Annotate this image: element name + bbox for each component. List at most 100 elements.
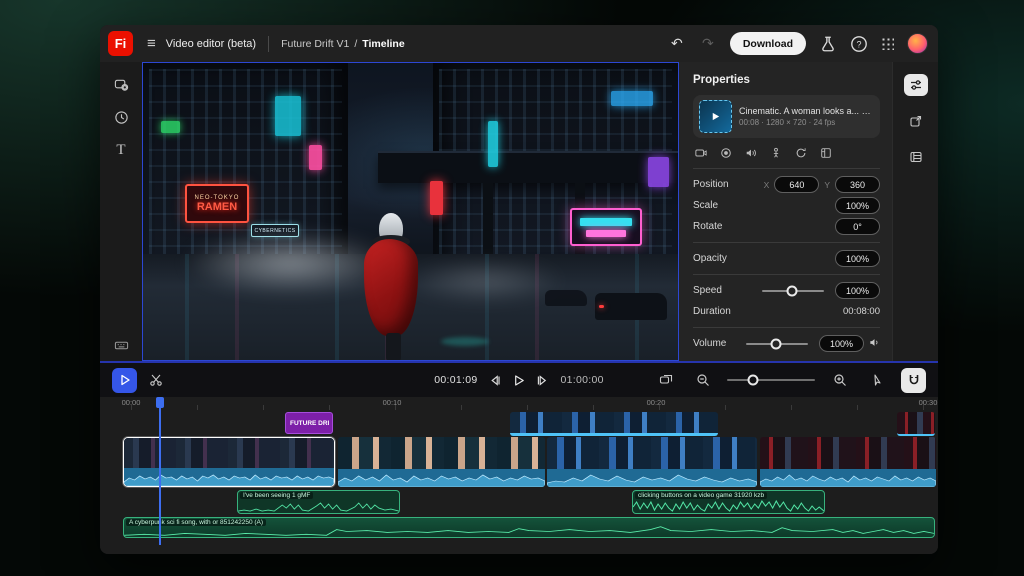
beaker-icon[interactable] (819, 35, 837, 53)
video-preview-canvas[interactable]: NEO-TOKYO RAMEN CYBERNETICS (142, 62, 679, 361)
breadcrumb-project[interactable]: Future Drift V1 (281, 38, 349, 50)
ruler-tick-label: 00:00 (122, 398, 141, 407)
y-axis-label: Y (824, 180, 830, 190)
volume-input[interactable]: 100% (819, 335, 864, 352)
apps-grid-icon[interactable] (881, 37, 894, 50)
keyboard-shortcuts-icon[interactable] (113, 337, 129, 353)
sfx-clip-2[interactable]: clicking buttons on a video game 31920 k… (632, 490, 825, 514)
opacity-row: Opacity 100% (693, 248, 880, 269)
neon-sign-red-vertical (430, 181, 443, 215)
timeline-zoom-slider[interactable] (727, 379, 815, 381)
timeline-ruler[interactable]: 00:00 00:10 00:20 00:30 (100, 397, 938, 410)
volume-slider[interactable] (746, 343, 808, 345)
neon-sign-pink (309, 145, 322, 170)
select-tool-button[interactable] (112, 368, 137, 393)
undo-icon[interactable]: ↶ (668, 35, 686, 53)
overlay-video-clip-2[interactable] (897, 412, 935, 436)
speed-slider[interactable] (762, 290, 824, 292)
transport-controls: 00:01:09 01:00:00 (434, 374, 604, 387)
timeline-toolbar: 00:01:09 01:00:00 (100, 361, 938, 397)
play-icon[interactable] (513, 374, 526, 387)
selected-clip-card[interactable]: Cinematic. A woman looks a... v.ffgenvid… (693, 95, 880, 138)
zoom-in-icon[interactable] (827, 368, 852, 393)
step-forward-icon[interactable] (537, 374, 550, 387)
neon-sign-cyan-vertical (488, 121, 498, 167)
title-clip[interactable]: FUTURE DRI (285, 412, 333, 434)
refresh-icon[interactable] (795, 147, 807, 159)
clip-action-icons (695, 147, 878, 159)
clip-meta: 00:08 · 1280 × 720 · 24 fps (739, 118, 874, 127)
overlay-video-clip[interactable] (510, 412, 718, 436)
flip-board-icon[interactable] (820, 147, 832, 159)
breadcrumb: Future Drift V1 / Timeline (281, 38, 405, 50)
rotate-label: Rotate (693, 221, 722, 232)
neon-sign-green (161, 121, 180, 133)
mute-speaker-icon[interactable] (869, 337, 880, 351)
cursor-snap-icon[interactable] (864, 368, 889, 393)
user-avatar[interactable] (907, 33, 928, 54)
rotate-row: Rotate 0° (693, 216, 880, 237)
overpass-bridge (378, 151, 678, 183)
redo-icon[interactable]: ↷ (699, 35, 717, 53)
position-row: Position X 640 Y 360 (693, 174, 880, 195)
position-y-input[interactable]: 360 (835, 176, 880, 193)
speed-label: Speed (693, 285, 722, 296)
app-window: Fi ≡ Video editor (beta) Future Drift V1… (100, 25, 938, 554)
person-pose-icon[interactable] (770, 147, 782, 159)
zoom-out-icon[interactable] (690, 368, 715, 393)
media-settings-icon[interactable] (113, 76, 129, 92)
opacity-input[interactable]: 100% (835, 250, 880, 267)
cut-tool-button[interactable] (143, 368, 168, 393)
parked-car (545, 290, 587, 306)
video-clip-4[interactable] (760, 437, 936, 487)
duration-value: 00:08:00 (843, 306, 880, 317)
video-clip-1-selected[interactable] (123, 437, 335, 487)
scale-row: Scale 100% (693, 195, 880, 216)
club-neon-sign (570, 208, 642, 246)
step-back-icon[interactable] (489, 374, 502, 387)
video-clip-2[interactable] (338, 437, 545, 487)
breadcrumb-page[interactable]: Timeline (362, 38, 404, 50)
properties-panel-icon[interactable] (904, 74, 928, 96)
right-toolbar (892, 62, 938, 361)
history-icon[interactable] (113, 109, 129, 125)
ruler-tick-label: 00:20 (647, 398, 666, 407)
download-button[interactable]: Download (730, 32, 806, 55)
position-x-input[interactable]: 640 (774, 176, 819, 193)
position-label: Position (693, 179, 729, 190)
woman-legs (386, 333, 401, 361)
volume-label: Volume (693, 338, 726, 349)
firefly-logo[interactable]: Fi (108, 31, 133, 56)
left-toolbar: T (100, 62, 142, 361)
hamburger-menu-icon[interactable]: ≡ (147, 35, 156, 52)
opacity-label: Opacity (693, 253, 727, 264)
street-fog (405, 260, 565, 302)
volume-row: Volume 100% (693, 333, 880, 354)
app-title: Video editor (beta) (166, 38, 256, 50)
record-icon[interactable] (720, 147, 732, 159)
neon-sign-blue (611, 91, 653, 106)
video-clip-3[interactable] (547, 437, 757, 487)
magnet-snap-icon[interactable] (901, 368, 926, 393)
music-clip[interactable]: A cyberpunk sci fi song, with or 8512422… (123, 517, 935, 538)
fit-timeline-icon[interactable] (653, 368, 678, 393)
media-panel-icon[interactable] (904, 146, 928, 168)
ramen-sign: NEO-TOKYO RAMEN (185, 184, 249, 223)
scale-input[interactable]: 100% (835, 197, 880, 214)
camera-icon[interactable] (695, 147, 707, 159)
speaker-icon[interactable] (745, 147, 757, 159)
ruler-tick-label: 00:30 (919, 398, 938, 407)
timeline-panel[interactable]: 00:00 00:10 00:20 00:30 FUTURE DRI I'v (100, 397, 938, 554)
rotate-input[interactable]: 0° (835, 218, 880, 235)
parked-car (595, 293, 667, 320)
properties-panel: Properties Cinematic. A woman looks a...… (679, 62, 892, 361)
sfx-clip-1[interactable]: I've been seeing 1 gMF (237, 490, 400, 514)
help-icon[interactable]: ? (850, 35, 868, 53)
scale-label: Scale (693, 200, 718, 211)
duration-label: Duration (693, 306, 731, 317)
total-timecode: 01:00:00 (561, 374, 604, 386)
playhead[interactable] (159, 397, 161, 545)
export-share-icon[interactable] (904, 110, 928, 132)
speed-input[interactable]: 100% (835, 282, 880, 299)
text-tool-icon[interactable]: T (113, 142, 129, 158)
